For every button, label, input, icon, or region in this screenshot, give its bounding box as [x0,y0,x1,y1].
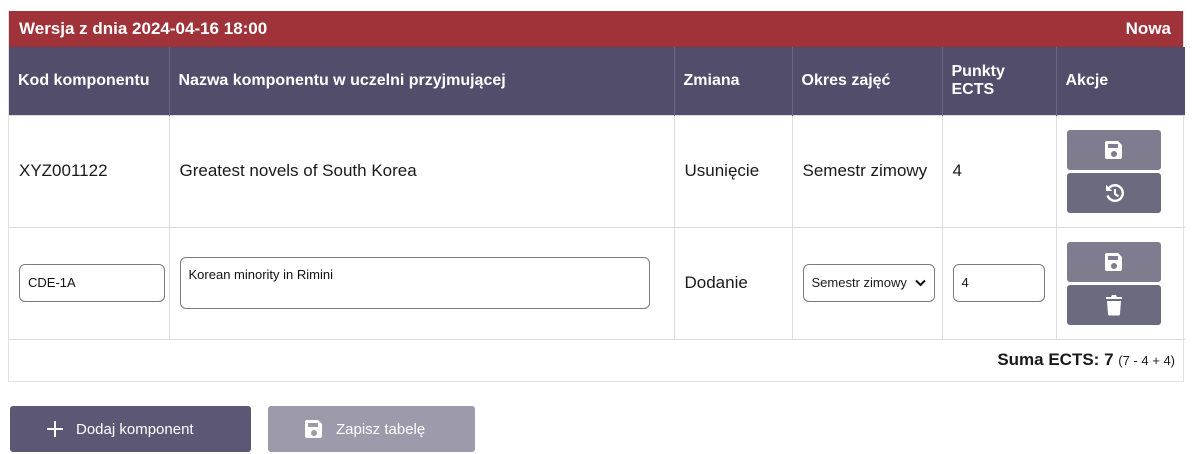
cell-period: Semestr zimowy [792,226,943,339]
restore-row-button[interactable] [1066,172,1161,213]
cell-actions [1056,226,1185,339]
version-header: Wersja z dnia 2024-04-16 18:00 Nowa [9,11,1183,47]
sum-label: Suma ECTS: [997,349,1100,369]
name-input[interactable]: Korean minority in Rimini [179,257,650,309]
cell-name: Korean minority in Rimini [169,226,675,339]
sum-row: Suma ECTS: 7 (7 - 4 + 4) [9,338,1185,381]
add-component-label: Dodaj komponent [76,420,194,438]
save-table-label: Zapisz tabelę [336,420,426,438]
floppy-disk-icon [1104,140,1122,159]
sum-value: 7 [1104,349,1114,369]
sum-formula: (7 - 4 + 4) [1118,352,1175,368]
version-panel: Wersja z dnia 2024-04-16 18:00 Nowa Kod … [8,11,1185,382]
version-title: Wersja z dnia 2024-04-16 18:00 [19,19,268,38]
add-component-button[interactable]: Dodaj komponent [10,406,251,452]
header-ects: Punkty ECTS [942,47,1057,115]
table-row: CDE-1A Korean minority in Rimini Dodanie… [9,226,1185,339]
period-select[interactable]: Semestr zimowy [802,264,935,302]
header-actions: Akcje [1056,47,1185,115]
trash-icon [1105,294,1122,315]
cell-actions [1056,114,1185,227]
version-status: Nowa [1125,19,1171,38]
sum-cell: Suma ECTS: 7 (7 - 4 + 4) [9,338,1185,381]
code-input[interactable]: CDE-1A [19,264,165,302]
period-select-value: Semestr zimowy [811,275,907,290]
cell-change: Usunięcie [674,114,793,227]
table-row: XYZ001122 Greatest novels of South Korea… [9,114,1185,227]
cell-period: Semestr zimowy [792,114,943,227]
delete-row-button[interactable] [1066,284,1161,325]
header-code: Kod komponentu [9,47,170,115]
cell-code: CDE-1A [9,226,170,339]
header-change: Zmiana [674,47,793,115]
save-row-button[interactable] [1066,241,1161,282]
header-period: Okres zajęć [792,47,943,115]
save-row-button[interactable] [1066,129,1161,170]
cell-ects: 4 [942,226,1057,339]
cell-ects: 4 [942,114,1057,227]
table-header-row: Kod komponentu Nazwa komponentu w uczeln… [9,47,1185,115]
cell-change: Dodanie [674,226,793,339]
components-table: Kod komponentu Nazwa komponentu w uczeln… [9,47,1185,381]
history-icon [1105,183,1124,202]
header-name: Nazwa komponentu w uczelni przyjmującej [169,47,675,115]
cell-name: Greatest novels of South Korea [169,114,675,227]
floppy-disk-icon [305,420,322,438]
cell-code: XYZ001122 [9,114,170,227]
save-table-button[interactable]: Zapisz tabelę [268,406,475,452]
floppy-disk-icon [1104,252,1122,271]
chevron-down-icon [914,279,926,287]
plus-icon [47,421,63,437]
ects-input[interactable]: 4 [952,264,1045,302]
